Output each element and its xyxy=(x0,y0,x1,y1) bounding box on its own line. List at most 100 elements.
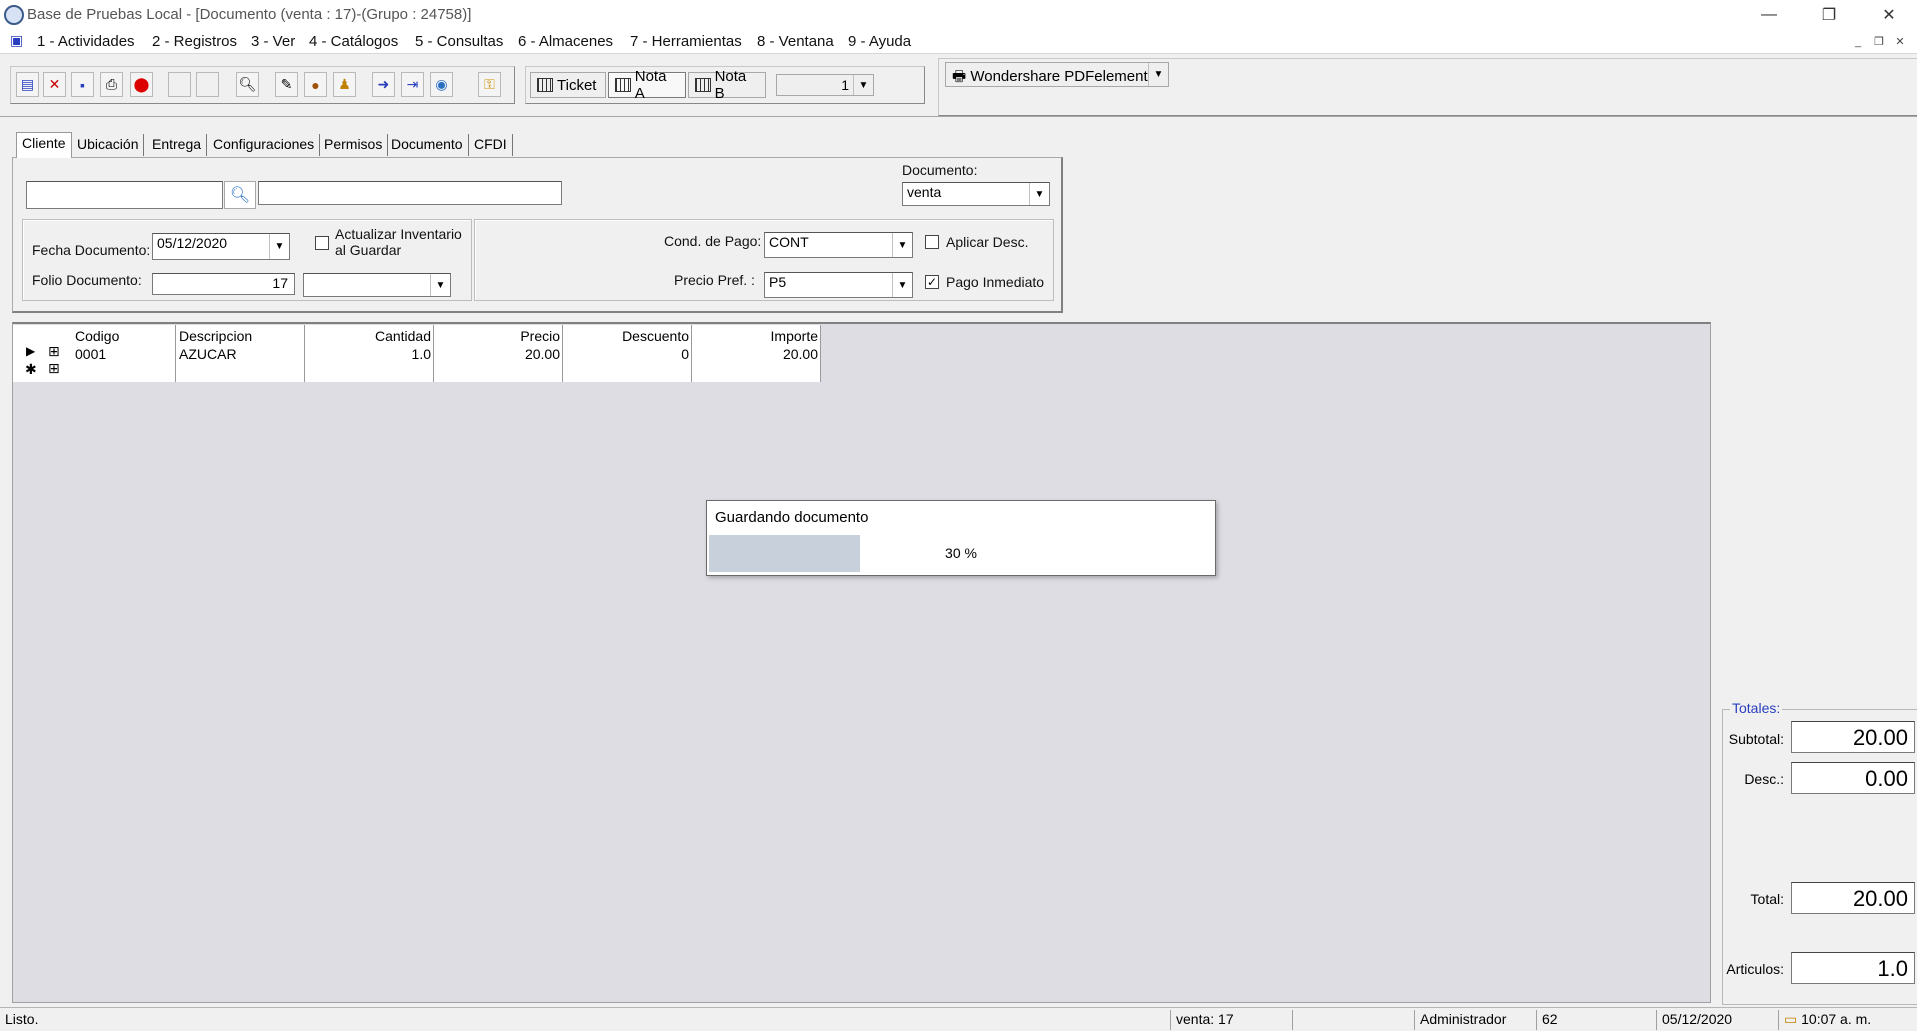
chevron-down-icon: ▼ xyxy=(1029,183,1049,205)
save-icon[interactable]: ▪ xyxy=(71,72,94,97)
mdi-close-icon[interactable]: ✕ xyxy=(1891,33,1909,50)
nota-b-toggle[interactable]: Nota B xyxy=(688,68,766,102)
col-header-importe[interactable]: Importe xyxy=(691,328,818,344)
status-documento: venta: 17 xyxy=(1170,1010,1290,1030)
pago-inmediato-label: Pago Inmediato xyxy=(946,274,1045,290)
fecha-label: Fecha Documento: xyxy=(32,242,151,258)
progress-percent: 30 % xyxy=(945,545,977,561)
globe-icon[interactable]: ◉ xyxy=(430,72,453,97)
actualizar-label: Actualizar Inventario al Guardar xyxy=(335,226,462,258)
user-icon[interactable]: ● xyxy=(304,72,327,97)
chevron-down-icon: ▼ xyxy=(1148,63,1168,86)
tab-cfdi[interactable]: CFDI xyxy=(469,134,513,156)
cell-codigo[interactable]: 0001 xyxy=(75,346,106,362)
nota-a-toggle[interactable]: Nota A xyxy=(608,68,686,102)
title-bar: Base de Pruebas Local - [Documento (vent… xyxy=(0,0,1917,30)
tab-permisos[interactable]: Permisos xyxy=(319,134,389,156)
menu-ayuda[interactable]: 9 - Ayuda xyxy=(848,33,911,50)
grid-icon xyxy=(537,78,553,92)
tab-ubicacion[interactable]: Ubicación xyxy=(72,134,145,156)
col-header-cantidad[interactable]: Cantidad xyxy=(304,328,431,344)
documento-select[interactable]: venta ▼ xyxy=(902,182,1050,206)
cell-importe[interactable]: 20.00 xyxy=(691,346,818,362)
desc-label: Desc.: xyxy=(1744,771,1784,787)
mdi-restore-icon[interactable]: ❐ xyxy=(1870,33,1888,50)
delete-icon[interactable]: ✕ xyxy=(43,72,66,97)
folio-input[interactable]: 17 xyxy=(152,273,295,295)
export-icon[interactable]: ➜ xyxy=(372,72,395,97)
chevron-down-icon: ▼ xyxy=(269,234,289,259)
cell-precio[interactable]: 20.00 xyxy=(433,346,560,362)
stop-icon[interactable]: ⬤ xyxy=(130,72,153,97)
ticket-toggle[interactable]: Ticket xyxy=(530,72,606,98)
col-header-precio[interactable]: Precio xyxy=(433,328,560,344)
menu-actividades[interactable]: 1 - Actividades xyxy=(37,33,135,50)
edit-icon[interactable]: ✎ xyxy=(275,72,298,97)
col-header-codigo[interactable]: Codigo xyxy=(75,328,119,344)
menu-ventana[interactable]: 8 - Ventana xyxy=(757,33,834,50)
tab-entrega[interactable]: Entrega xyxy=(147,134,208,156)
desc-value: 0.00 xyxy=(1791,762,1915,794)
expand-icon[interactable]: ⊞ xyxy=(48,343,60,360)
folio-serie-select[interactable]: ▼ xyxy=(303,273,451,297)
menu-bar: ▣ 1 - Actividades 2 - Registros 3 - Ver … xyxy=(0,30,1917,54)
import-icon[interactable]: ⇥ xyxy=(401,72,424,97)
cliente-nombre-input[interactable] xyxy=(258,181,562,205)
blank-button-2[interactable] xyxy=(196,72,219,97)
minimize-button[interactable]: — xyxy=(1746,0,1792,30)
tab-configuraciones[interactable]: Configuraciones xyxy=(208,134,321,156)
subtotal-label: Subtotal: xyxy=(1728,731,1784,747)
cond-pago-label: Cond. de Pago: xyxy=(664,233,762,249)
grid-icon xyxy=(695,78,711,92)
articulos-label: Articulos: xyxy=(1726,961,1784,977)
search-icon[interactable]: 🔍︎ xyxy=(236,72,259,97)
key-icon[interactable]: ⚿ xyxy=(478,72,501,97)
person-icon[interactable]: ♟ xyxy=(333,72,356,97)
status-user: Administrador xyxy=(1414,1010,1536,1030)
menu-registros[interactable]: 2 - Registros xyxy=(152,33,237,50)
menu-ver[interactable]: 3 - Ver xyxy=(251,33,295,50)
menu-consultas[interactable]: 5 - Consultas xyxy=(415,33,503,50)
cell-descuento[interactable]: 0 xyxy=(562,346,689,362)
items-grid[interactable] xyxy=(12,322,1711,1003)
actualizar-checkbox[interactable] xyxy=(315,236,329,250)
status-time-panel: ▭ 10:07 a. m. xyxy=(1778,1010,1917,1030)
documento-label: Documento: xyxy=(902,162,978,178)
aplicar-desc-checkbox[interactable] xyxy=(925,235,939,249)
col-header-descripcion[interactable]: Descripcion xyxy=(179,328,252,344)
maximize-button[interactable]: ❐ xyxy=(1806,0,1852,30)
blank-button-1[interactable] xyxy=(168,72,191,97)
pago-inmediato-checkbox[interactable]: ✓ xyxy=(925,275,939,289)
fecha-picker[interactable]: 05/12/2020 ▼ xyxy=(152,233,290,260)
column-divider xyxy=(175,325,176,382)
aplicar-desc-label: Aplicar Desc. xyxy=(946,234,1029,250)
clock-icon: ▭ xyxy=(1784,1011,1798,1027)
cond-pago-select[interactable]: CONT ▼ xyxy=(764,232,913,258)
print-icon[interactable]: ⎙ xyxy=(100,72,123,97)
copies-select[interactable]: 1 ▼ xyxy=(776,74,874,96)
window-title: Base de Pruebas Local - [Documento (vent… xyxy=(27,6,472,23)
cell-cantidad[interactable]: 1.0 xyxy=(304,346,431,362)
status-date: 05/12/2020 xyxy=(1656,1010,1776,1030)
column-divider xyxy=(820,325,821,382)
tab-documento[interactable]: Documento xyxy=(386,134,469,156)
new-document-icon[interactable]: ▤ xyxy=(16,72,39,97)
menu-catalogos[interactable]: 4 - Catálogos xyxy=(309,33,398,50)
printer-select[interactable]: 🖶︎ Wondershare PDFelement ▼ xyxy=(945,62,1169,87)
cliente-codigo-input[interactable] xyxy=(26,181,223,209)
app-icon xyxy=(4,5,24,25)
tab-cliente[interactable]: Cliente xyxy=(16,132,72,158)
close-button[interactable]: ✕ xyxy=(1866,0,1912,30)
subtotal-value: 20.00 xyxy=(1791,721,1915,753)
menu-almacenes[interactable]: 6 - Almacenes xyxy=(518,33,613,50)
menu-herramientas[interactable]: 7 - Herramientas xyxy=(630,33,742,50)
cell-descripcion[interactable]: AZUCAR xyxy=(179,346,237,362)
cliente-search-icon[interactable]: 🔍︎ xyxy=(224,181,256,209)
mdi-minimize-icon[interactable]: _ xyxy=(1849,33,1867,50)
document-icon: ▣ xyxy=(10,32,24,48)
progress-title: Guardando documento xyxy=(715,509,869,526)
folio-label: Folio Documento: xyxy=(32,272,142,288)
precio-pref-select[interactable]: P5 ▼ xyxy=(764,272,913,298)
expand-icon[interactable]: ⊞ xyxy=(48,360,60,377)
col-header-descuento[interactable]: Descuento xyxy=(562,328,689,344)
